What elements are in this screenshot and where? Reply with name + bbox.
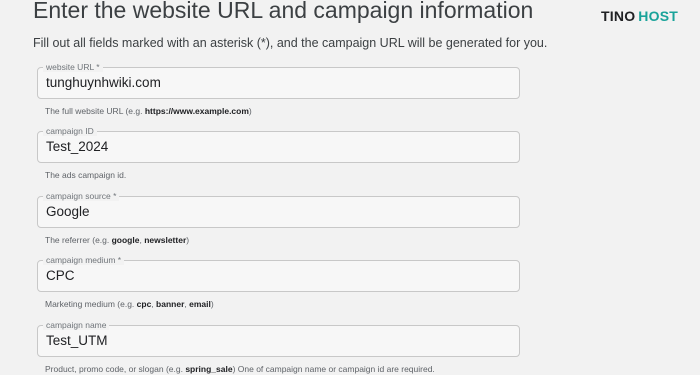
campaign-name-field[interactable]: campaign name bbox=[37, 320, 520, 357]
campaign-name-input[interactable] bbox=[46, 333, 506, 348]
form-instructions: Fill out all fields marked with an aster… bbox=[33, 36, 548, 50]
page-title: Enter the website URL and campaign infor… bbox=[33, 0, 534, 23]
campaign-medium-label: campaign medium * bbox=[43, 255, 125, 265]
logo-text-tino: TINO bbox=[601, 8, 636, 24]
website-url-field[interactable]: website URL * bbox=[37, 62, 520, 99]
campaign-id-help: The ads campaign id. bbox=[45, 170, 127, 180]
campaign-medium-group: campaign medium * Marketing medium (e.g.… bbox=[37, 255, 520, 310]
logo-text-host: HOST bbox=[638, 8, 678, 24]
campaign-source-label: campaign source * bbox=[43, 191, 120, 201]
campaign-source-input[interactable] bbox=[46, 204, 506, 219]
website-url-input[interactable] bbox=[46, 75, 506, 90]
campaign-id-input[interactable] bbox=[46, 139, 506, 154]
website-url-group: website URL * The full website URL (e.g.… bbox=[37, 62, 520, 117]
campaign-medium-input[interactable] bbox=[46, 268, 506, 283]
campaign-source-field[interactable]: campaign source * bbox=[37, 191, 520, 228]
tinohost-logo: TINO HOST bbox=[601, 8, 678, 24]
campaign-id-field[interactable]: campaign ID bbox=[37, 126, 520, 163]
campaign-id-group: campaign ID The ads campaign id. bbox=[37, 126, 520, 181]
website-url-label: website URL * bbox=[43, 62, 103, 72]
campaign-source-help: The referrer (e.g. google, newsletter) bbox=[45, 235, 190, 245]
website-url-help-example: https://www.example.com bbox=[144, 106, 249, 116]
campaign-name-group: campaign name Product, promo code, or sl… bbox=[37, 320, 520, 375]
campaign-name-help: Product, promo code, or slogan (e.g. spr… bbox=[45, 364, 435, 374]
campaign-medium-help: Marketing medium (e.g. cpc, banner, emai… bbox=[45, 299, 214, 309]
campaign-name-label: campaign name bbox=[43, 320, 110, 330]
campaign-medium-field[interactable]: campaign medium * bbox=[37, 255, 520, 292]
website-url-help: The full website URL (e.g. https://www.e… bbox=[45, 106, 252, 116]
campaign-id-label: campaign ID bbox=[43, 126, 97, 136]
campaign-source-group: campaign source * The referrer (e.g. goo… bbox=[37, 191, 520, 246]
